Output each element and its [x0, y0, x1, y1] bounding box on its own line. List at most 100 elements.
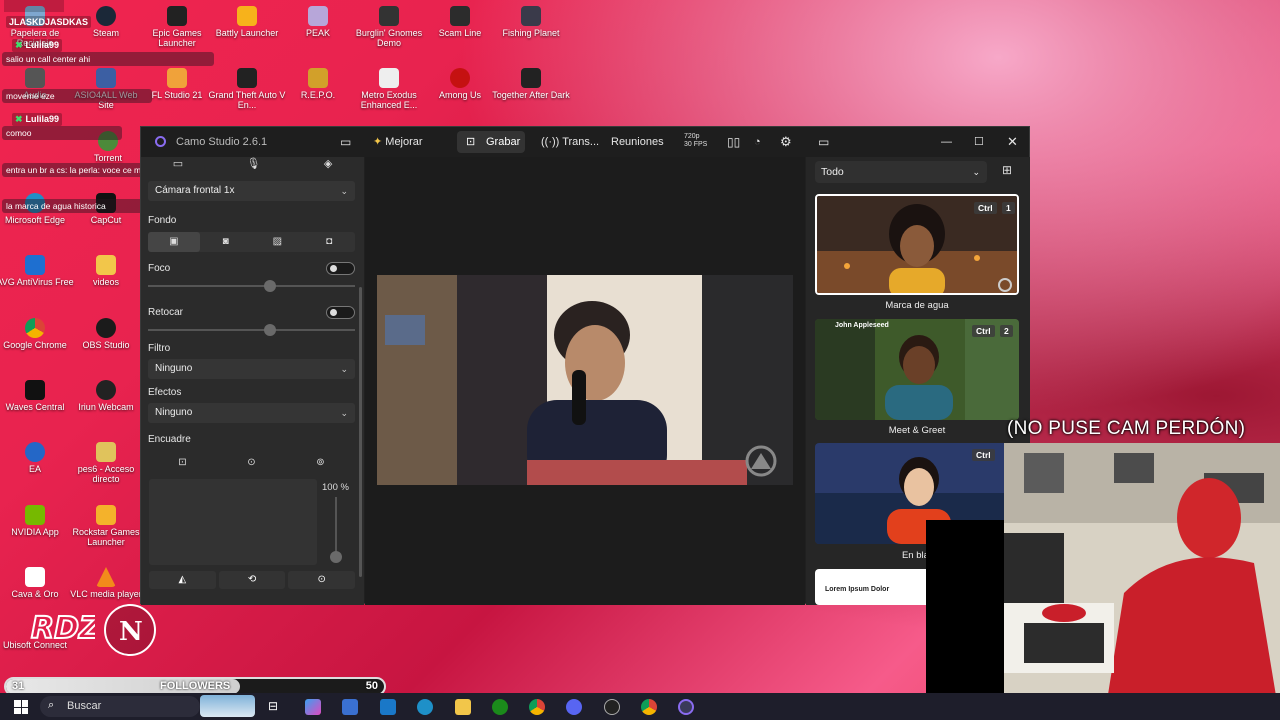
sparkle-icon: ✦ [373, 136, 383, 148]
preview-area [365, 157, 805, 605]
together-after-dark-icon[interactable]: Together After Dark [492, 68, 570, 100]
chat-username: ✖ Lulila99 [12, 39, 63, 52]
pes6-icon[interactable]: pes6 - Acceso directo [67, 442, 145, 484]
followers-label: FOLLOWERS [160, 680, 231, 692]
scam-line-icon[interactable]: Scam Line [421, 6, 499, 38]
slider-knob[interactable] [330, 551, 342, 563]
minimize-button[interactable]: — [941, 127, 952, 157]
settings-gear-icon[interactable]: ⚙ [780, 127, 792, 157]
close-button[interactable]: ✕ [1007, 127, 1018, 157]
sidebar-toggle-icon[interactable]: ▭ [340, 127, 351, 157]
overlay-filter-select[interactable]: Todo ⌄ [815, 161, 987, 183]
epic-games-icon[interactable]: Epic Games Launcher [138, 6, 216, 48]
scrollbar[interactable] [359, 287, 362, 577]
metro-exodus-icon[interactable]: Metro Exodus Enhanced E... [350, 68, 428, 110]
background-none-icon[interactable]: ▣ [148, 232, 200, 252]
zoom-value: 100 % [322, 482, 349, 493]
transmit-button[interactable]: ((·)) Trans... [541, 127, 599, 157]
cava-oro-icon[interactable]: Cava & Oro [0, 567, 74, 599]
efectos-label: Efectos [148, 387, 182, 398]
avg-icon[interactable]: AVG AntiVirus Free [0, 255, 74, 287]
zoom-slider[interactable] [330, 497, 342, 563]
xbox-icon[interactable] [492, 699, 508, 715]
foco-slider[interactable] [148, 280, 355, 292]
gta-icon[interactable]: Grand Theft Auto V En... [208, 68, 286, 110]
filter-select[interactable]: Ninguno ⌄ [148, 359, 355, 379]
obs-taskbar-icon[interactable] [604, 699, 620, 715]
retocar-slider[interactable] [148, 324, 355, 336]
taskbar-search[interactable]: ⌕ Buscar [40, 696, 200, 717]
edge-icon[interactable] [417, 699, 433, 715]
iriun-icon[interactable]: Iriun Webcam [67, 380, 145, 412]
peak-icon[interactable]: PEAK [279, 6, 357, 38]
grid-view-icon[interactable]: ⊞ [1002, 163, 1012, 177]
panel-toggle-icon[interactable]: ▭ [818, 127, 829, 157]
mail-icon[interactable] [380, 699, 396, 715]
task-view-icon[interactable]: ⊟ [268, 699, 284, 715]
microphone-icon[interactable]: 🎙 [246, 157, 260, 177]
record-button[interactable]: ⊡ Grabar [457, 131, 525, 153]
rockstar-icon[interactable]: Rockstar Games Launcher [67, 505, 145, 547]
background-remove-icon[interactable]: ▨ [252, 232, 304, 252]
svg-text:RDZ: RDZ [31, 611, 95, 646]
svg-text:N: N [119, 617, 143, 647]
camera-preview [377, 275, 793, 485]
windows-start-icon[interactable] [14, 700, 28, 714]
discord-icon[interactable] [566, 699, 582, 715]
transform-buttons: ◭ ⟲ ⊙ [149, 571, 356, 589]
frame-auto-icon[interactable]: ⊙ [217, 453, 286, 473]
video-icon[interactable]: ▭ [173, 157, 183, 177]
camo-studio-window: Camo Studio 2.6.1 ▭ ✦ Mejorar ⊡ Grabar (… [140, 126, 1030, 605]
weather-widget-icon[interactable] [200, 695, 255, 717]
obs-icon[interactable]: OBS Studio [67, 318, 145, 350]
resolution-badge: 720p 30 FPS [684, 133, 708, 148]
layout-icon[interactable]: ▯▯ [727, 127, 740, 157]
nvidia-icon[interactable]: NVIDIA App [0, 505, 74, 537]
camo-taskbar-icon[interactable] [678, 699, 694, 715]
slider-knob[interactable] [264, 324, 276, 336]
broadcast-icon: ((·)) [541, 136, 560, 148]
snapshot-icon[interactable]: ⊙ [288, 571, 356, 589]
chat-message: comoo [2, 126, 122, 140]
frame-manual-icon[interactable]: ⊡ [148, 453, 217, 473]
chevron-down-icon: ⌄ [340, 186, 348, 196]
chrome-taskbar-icon[interactable] [529, 699, 545, 715]
background-replace-icon[interactable]: ◘ [303, 232, 355, 252]
among-us-icon[interactable]: Among Us [421, 68, 499, 100]
background-blur-icon[interactable]: ◙ [200, 232, 252, 252]
camera-select[interactable]: Cámara frontal 1x ⌄ [148, 181, 355, 201]
battly-icon[interactable]: Battly Launcher [208, 6, 286, 38]
foco-toggle[interactable] [326, 262, 355, 275]
retocar-toggle[interactable] [326, 306, 355, 319]
fishing-planet-icon[interactable]: Fishing Planet [492, 6, 570, 38]
overlay-thumb-meet-greet[interactable]: John Appleseed Ctrl 2 [815, 319, 1019, 420]
flip-icon[interactable]: ◭ [149, 571, 216, 589]
ea-icon[interactable]: EA [0, 442, 74, 474]
repo-icon[interactable]: R.E.P.O. [279, 68, 357, 100]
meetings-button[interactable]: Reuniones [611, 127, 664, 157]
chrome-icon[interactable]: Google Chrome [0, 318, 74, 350]
effects-select[interactable]: Ninguno ⌄ [148, 403, 355, 423]
store-icon[interactable] [342, 699, 358, 715]
rotate-icon[interactable]: ⟲ [218, 571, 286, 589]
frame-center-icon[interactable]: ⊚ [286, 453, 355, 473]
waves-icon[interactable]: Waves Central [0, 380, 74, 412]
slider-knob[interactable] [264, 280, 276, 292]
copilot-icon[interactable] [305, 699, 321, 715]
notification-icon[interactable]: ◔ [754, 127, 761, 157]
videos-icon[interactable]: videos [67, 255, 145, 287]
camo-logo-icon [155, 136, 166, 147]
vlc-icon[interactable]: VLC media player [67, 567, 145, 599]
app-title: Camo Studio 2.6.1 [176, 136, 268, 148]
file-explorer-icon[interactable] [455, 699, 471, 715]
framing-segment[interactable]: ⊡ ⊙ ⊚ [148, 453, 355, 473]
overlay-thumb-marca-de-agua[interactable]: Ctrl 1 [815, 194, 1019, 295]
improve-button[interactable]: ✦ Mejorar [373, 127, 423, 157]
maximize-button[interactable]: ☐ [974, 127, 984, 157]
background-mode-segment[interactable]: ▣ ◙ ▨ ◘ [148, 232, 355, 252]
burglin-gnomes-icon[interactable]: Burglin' Gnomes Demo [350, 6, 428, 48]
framing-preview[interactable] [149, 479, 317, 565]
layers-icon[interactable]: ◈ [324, 157, 332, 177]
title-bar: Camo Studio 2.6.1 ▭ ✦ Mejorar ⊡ Grabar (… [141, 127, 1029, 157]
chrome-taskbar-icon-2[interactable] [641, 699, 657, 715]
